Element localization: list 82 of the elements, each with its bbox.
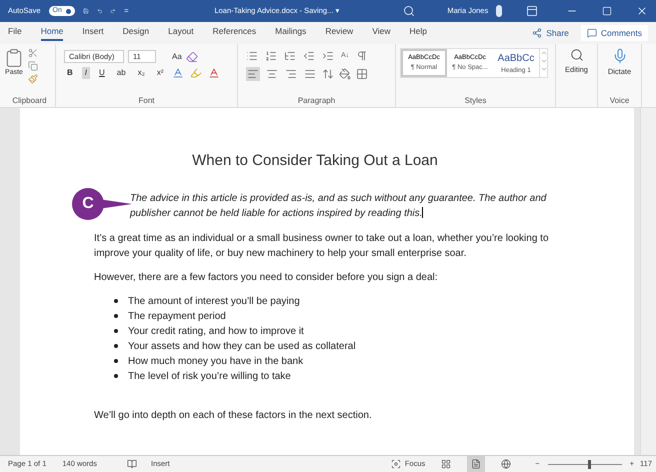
- ribbon-tab[interactable]: Design: [122, 24, 150, 42]
- bullet-item: Your credit rating, and how to improve it: [128, 324, 304, 338]
- ribbon-tab[interactable]: Insert: [82, 24, 104, 42]
- search-icon: [570, 48, 584, 62]
- decrease-indent-icon[interactable]: [303, 50, 315, 62]
- bullet-item: The level of risk you’re willing to take: [128, 370, 291, 384]
- align-button[interactable]: [303, 67, 317, 81]
- clipboard-icon: [4, 48, 24, 68]
- avatar[interactable]: [496, 5, 502, 17]
- grid-icon: [441, 459, 452, 469]
- bullet-icon: [114, 374, 118, 378]
- bullet-icon: [114, 329, 118, 333]
- proofing-icon[interactable]: [126, 459, 137, 469]
- format-button[interactable]: I: [82, 67, 90, 79]
- align-icon: [247, 68, 259, 80]
- share-icon: [532, 28, 542, 38]
- bullet-icon: [114, 299, 118, 303]
- ribbon-tab[interactable]: Layout: [168, 24, 194, 42]
- group-label: Voice: [610, 95, 630, 107]
- zoom-thumb[interactable]: [588, 460, 592, 468]
- format-painter-icon[interactable]: [28, 74, 38, 84]
- font-color-icon[interactable]: [208, 67, 220, 79]
- body-paragraph: However, there are a few factors you need to consider before you sign a deal:: [94, 270, 439, 284]
- body-paragraph: It’s a great time as an individual or a small business owner to take out a loan, whether you’re looking to improve your quality of life, or buy new machinery to help your small enterprise soar.: [94, 232, 550, 260]
- bullet-icon: [114, 314, 118, 318]
- search-icon[interactable]: [403, 5, 416, 17]
- line-spacing-icon[interactable]: [322, 68, 334, 80]
- copy-icon[interactable]: [28, 61, 38, 71]
- group-label: Paragraph: [298, 95, 336, 107]
- bullet-icon: [114, 344, 118, 348]
- increase-indent-icon[interactable]: [322, 50, 334, 62]
- align-icon: [266, 68, 278, 80]
- format-button[interactable]: B: [64, 67, 76, 79]
- align-button[interactable]: [265, 67, 279, 81]
- more-styles-icon[interactable]: [540, 65, 548, 73]
- scroll-down-icon[interactable]: [540, 57, 548, 65]
- align-button[interactable]: [246, 67, 260, 81]
- ribbon-tab[interactable]: File: [8, 24, 22, 42]
- format-button[interactable]: ab: [114, 67, 129, 79]
- view-button[interactable]: [467, 456, 486, 472]
- bullet-item: The repayment period: [128, 310, 226, 324]
- format-button[interactable]: x₂: [134, 67, 148, 79]
- ribbon-tab[interactable]: Review: [325, 24, 354, 42]
- text-effects-icon[interactable]: [172, 67, 184, 79]
- comment-icon: [586, 28, 597, 38]
- shading-icon[interactable]: [339, 68, 351, 80]
- callout-badge: C: [72, 188, 104, 220]
- ribbon-tab[interactable]: View: [372, 24, 390, 42]
- close-icon[interactable]: [636, 5, 648, 17]
- bullet-item: The amount of interest you’ll be paying: [128, 294, 300, 308]
- align-button[interactable]: [284, 67, 298, 81]
- ribbon-tab[interactable]: Help: [409, 24, 427, 42]
- pilcrow-icon[interactable]: [356, 50, 368, 62]
- format-button[interactable]: U: [96, 67, 108, 79]
- bullet-item: How much money you have in the bank: [128, 354, 304, 368]
- align-icon: [285, 68, 297, 80]
- focus-icon: [390, 459, 401, 469]
- change-case-button[interactable]: Aa: [172, 50, 182, 62]
- group-label: Styles: [464, 95, 486, 107]
- group-label: Clipboard: [12, 95, 47, 107]
- format-button[interactable]: x²: [154, 67, 166, 79]
- body-paragraph: We’ll go into depth on each of these factors in the next section.: [94, 408, 373, 422]
- share-button[interactable]: Share: [528, 26, 573, 40]
- ribbon-tab[interactable]: References: [212, 24, 256, 42]
- page-icon: [471, 459, 482, 469]
- group-label: Font: [138, 95, 154, 107]
- cut-icon[interactable]: [28, 48, 38, 58]
- bullet-icon: [114, 359, 118, 363]
- multilevel-list-icon[interactable]: [284, 50, 296, 62]
- ribbon-tab[interactable]: Home: [40, 24, 64, 42]
- comments-button[interactable]: Comments: [580, 24, 648, 42]
- align-icon: [304, 68, 316, 80]
- scroll-up-icon[interactable]: [540, 49, 548, 57]
- ribbon-display-icon[interactable]: [526, 5, 538, 17]
- clear-formatting-icon[interactable]: [186, 50, 198, 62]
- borders-icon[interactable]: [356, 68, 368, 80]
- restore-icon[interactable]: [602, 6, 612, 16]
- globe-icon: [501, 459, 512, 469]
- bullet-item: Your assets and how they can be used as collateral: [128, 340, 356, 354]
- numbering-icon[interactable]: [265, 50, 277, 62]
- document-heading: When to Consider Taking Out a Loan: [191, 151, 439, 171]
- ribbon-tab[interactable]: Mailings: [275, 24, 306, 42]
